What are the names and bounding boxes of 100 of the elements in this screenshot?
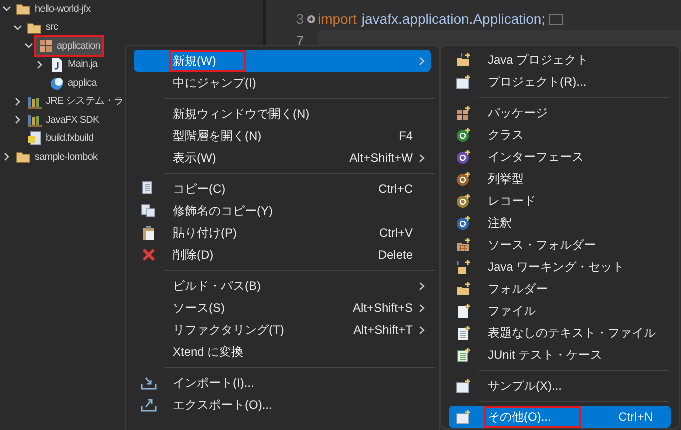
export-icon <box>141 397 157 413</box>
menu-item-label: レコード <box>487 193 537 210</box>
tree-item[interactable]: applica <box>47 74 99 92</box>
folded-code-marker[interactable] <box>548 14 563 24</box>
code-text: javafx.application.Application; <box>362 10 546 29</box>
menu-item-label: 中にジャンプ(I) <box>172 75 258 92</box>
library-icon <box>27 112 43 128</box>
new-package-icon <box>456 105 472 121</box>
new-file-icon <box>456 303 472 319</box>
new-enum-icon <box>456 171 472 187</box>
copy-icon <box>141 203 157 219</box>
new-folder-icon <box>456 281 472 297</box>
menu-item-label: 表示(W) <box>172 150 218 167</box>
package-icon <box>38 38 54 54</box>
shortcut-label: Alt+Shift+T <box>354 322 413 339</box>
menu-item[interactable]: 列挙型 <box>449 168 671 190</box>
menu-item-label: 表題なしのテキスト・ファイル <box>487 325 657 342</box>
shortcut-label: Ctrl+C <box>378 181 413 198</box>
new-other-icon <box>456 409 472 425</box>
menu-item-label: 注釈 <box>487 215 513 232</box>
tree-item[interactable]: build.fxbuild <box>25 130 96 148</box>
menu-item-label: Java ワーキング・セット <box>487 259 626 276</box>
new-working-set-icon <box>456 259 472 275</box>
menu-item[interactable]: 中にジャンプ(I) <box>134 72 431 94</box>
tree-item[interactable]: hello-world-jfx <box>14 0 93 18</box>
new-test-case-icon <box>456 347 472 363</box>
menu-item-label: プロジェクト(R)... <box>487 74 588 91</box>
menu-item[interactable]: 新規(W) <box>134 50 431 72</box>
shortcut-label: Ctrl+N <box>618 409 653 426</box>
menu-item[interactable]: ソース・フォルダー <box>449 234 671 256</box>
menu-item-label: Xtend に変換 <box>172 344 245 361</box>
menu-item[interactable]: リファクタリング(T) Alt+Shift+T <box>134 319 431 341</box>
java-file-icon <box>49 56 65 73</box>
menu-item[interactable]: ソース(S) Alt+Shift+S <box>134 297 431 319</box>
tree-item[interactable]: sample-lombok <box>14 148 100 166</box>
menu-item[interactable]: JUnit テスト・ケース <box>449 344 671 366</box>
menu-item[interactable]: フォルダー <box>449 278 671 300</box>
menu-item-label: ソース・フォルダー <box>487 237 597 254</box>
menu-item[interactable]: インポート(I)... <box>134 372 431 394</box>
menu-item[interactable]: その他(O)... Ctrl+N <box>449 406 671 428</box>
css-file-icon <box>49 75 65 92</box>
shortcut-label: F4 <box>398 128 413 145</box>
tree-item[interactable]: src <box>25 18 60 37</box>
menu-item[interactable]: 削除(D) Delete <box>134 244 431 266</box>
menu-item[interactable]: 注釈 <box>449 212 671 234</box>
menu-item-label: 新規ウィンドウで開く(N) <box>172 106 311 123</box>
menu-item[interactable]: 表題なしのテキスト・ファイル <box>449 322 671 344</box>
menu-item[interactable]: 貼り付け(P) Ctrl+V <box>134 222 431 244</box>
menu-item-label: 貼り付け(P) <box>172 225 238 242</box>
expand-chevron-icon[interactable] <box>2 152 12 162</box>
menu-item[interactable]: コピー(C) Ctrl+C <box>134 178 431 200</box>
new-annotation-icon <box>456 215 472 231</box>
menu-item[interactable]: 修飾名のコピー(Y) <box>134 200 431 222</box>
tree-item[interactable]: JRE システム・ラ <box>25 92 126 111</box>
shortcut-label: Ctrl+V <box>379 225 413 242</box>
menu-item[interactable]: 型階層を開く(N) F4 <box>134 125 431 147</box>
expand-chevron-icon[interactable] <box>13 96 23 107</box>
menu-item[interactable]: レコード <box>449 190 671 212</box>
import-icon <box>141 375 157 391</box>
menu-item[interactable]: Java ワーキング・セット <box>449 256 671 278</box>
menu-item-label: エクスポート(O)... <box>172 397 274 414</box>
menu-item-label: 型階層を開く(N) <box>172 128 263 145</box>
expand-chevron-icon[interactable] <box>13 115 23 126</box>
expand-fold-icon[interactable] <box>306 14 316 24</box>
menu-item-label: インターフェース <box>487 149 585 166</box>
collapse-chevron-icon[interactable] <box>13 22 23 33</box>
menu-item[interactable]: サンプル(X)... <box>449 375 671 397</box>
tree-item[interactable]: JavaFX SDK <box>25 111 102 130</box>
tree-item[interactable]: Main.ja <box>47 56 100 74</box>
new-record-icon <box>456 193 472 209</box>
menu-item[interactable]: 表示(W) Alt+Shift+W <box>134 147 431 169</box>
menu-item-label: フォルダー <box>487 281 549 298</box>
menu-item[interactable]: プロジェクト(R)... <box>449 71 671 93</box>
menu-item-label: 列挙型 <box>487 171 525 188</box>
menu-item-label: ソース(S) <box>172 300 226 317</box>
shortcut-label: Alt+Shift+W <box>350 150 413 167</box>
new-class-icon <box>456 127 472 143</box>
new-interface-icon <box>456 149 472 165</box>
shortcut-label: Delete <box>378 247 413 264</box>
expand-chevron-icon[interactable] <box>35 60 45 70</box>
build-file-icon <box>27 130 43 147</box>
menu-item-label: パッケージ <box>487 105 549 122</box>
new-project-icon <box>456 74 472 90</box>
menu-item-label: Java プロジェクト <box>487 52 590 69</box>
line-number: 3 <box>295 10 304 28</box>
menu-item[interactable]: 新規ウィンドウで開く(N) <box>134 103 431 125</box>
menu-item[interactable]: クラス <box>449 124 671 146</box>
menu-item-label: コピー(C) <box>172 181 227 198</box>
menu-item[interactable]: パッケージ <box>449 102 671 124</box>
menu-item-label: インポート(I)... <box>172 375 256 392</box>
menu-item[interactable]: ファイル <box>449 300 671 322</box>
new-example-icon <box>456 378 472 394</box>
menu-item[interactable]: インターフェース <box>449 146 671 168</box>
menu-item[interactable]: ビルド・パス(B) <box>134 275 431 297</box>
tree-item[interactable]: application <box>36 37 102 56</box>
menu-item[interactable]: Java プロジェクト <box>449 49 671 71</box>
menu-item[interactable]: Xtend に変換 <box>134 341 431 363</box>
menu-item-label: サンプル(X)... <box>487 378 563 395</box>
menu-item-label: 削除(D) <box>172 247 215 264</box>
menu-item[interactable]: エクスポート(O)... <box>134 394 431 416</box>
